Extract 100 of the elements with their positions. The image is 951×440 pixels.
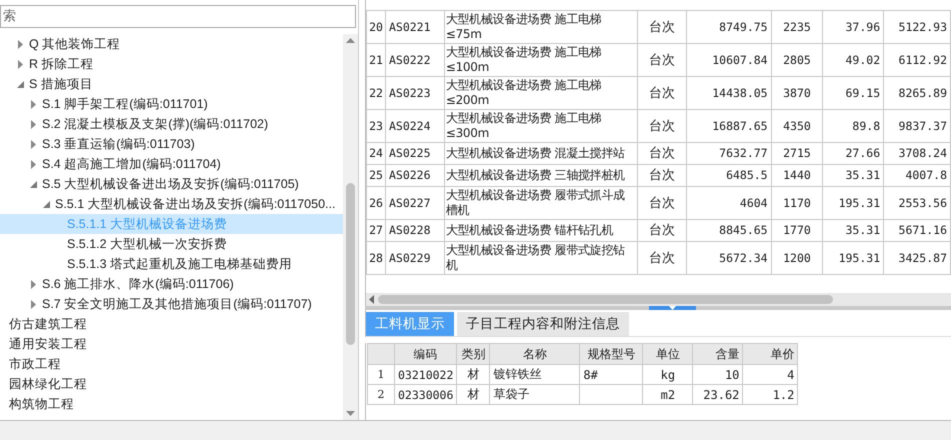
table-cell: 6485.5: [686, 164, 772, 186]
expand-icon[interactable]: [30, 140, 36, 148]
table-cell: 89.8: [822, 110, 884, 142]
tree-item[interactable]: S.5.1.2 大型机械一次安拆费: [65, 236, 228, 252]
table-cell: 台次: [638, 242, 686, 274]
column-header: 类别: [456, 344, 490, 364]
table-cell: 台次: [638, 44, 686, 76]
tree-item[interactable]: 构筑物工程: [7, 396, 74, 412]
table-cell: AS0229: [385, 242, 444, 274]
tree-item[interactable]: 通用安装工程: [7, 336, 87, 352]
scroll-up-icon[interactable]: [346, 38, 355, 43]
table-cell: 23: [366, 110, 386, 142]
tree-item[interactable]: S.5.1 大型机械设备进出场及安拆(编码:0117050...: [53, 196, 336, 212]
tree-item[interactable]: S.7 安全文明施工及其他措施项目(编码:011707): [40, 296, 312, 312]
scroll-down-icon[interactable]: [346, 411, 355, 416]
table-cell: 草袋子: [490, 384, 580, 404]
table-cell: 22: [366, 76, 386, 110]
table-cell: 37.96: [822, 10, 884, 44]
expand-icon[interactable]: [30, 100, 36, 108]
table-cell: 大型机械设备进场费 履带式抓斗成槽机: [444, 186, 638, 220]
table-cell: 大型机械设备进场费 锚杆钻孔机: [444, 220, 638, 242]
table-cell: 6112.92: [884, 44, 950, 76]
table-cell: 2235: [771, 10, 823, 44]
table-cell: 195.31: [822, 186, 884, 220]
expand-icon[interactable]: [30, 120, 36, 128]
table-cell: 2715: [771, 142, 823, 164]
tree-item[interactable]: Q 其他装饰工程: [27, 36, 120, 52]
collapse-icon[interactable]: [42, 200, 50, 208]
table-cell: 5122.93: [884, 10, 950, 44]
tree-item[interactable]: S.5 大型机械设备进出场及安拆(编码:011705): [40, 176, 299, 192]
column-header: 规格型号: [580, 344, 643, 364]
table-cell: 24: [366, 142, 386, 164]
table-cell: 8#: [580, 364, 643, 384]
tree-item[interactable]: S.4 超高施工增加(编码:011704): [40, 156, 221, 172]
search-field[interactable]: 索: [0, 5, 356, 28]
table-cell: 1770: [771, 220, 823, 242]
table-cell: 大型机械设备进场费 三轴搅拌桩机: [444, 164, 638, 186]
table-cell: 2553.56: [884, 186, 950, 220]
table-cell: 35.31: [822, 164, 884, 186]
table-cell: 7632.77: [686, 142, 772, 164]
table-cell: 8749.75: [686, 10, 772, 44]
tree-item[interactable]: S.6 施工排水、降水(编码:011706): [40, 276, 234, 292]
splitter-handle[interactable]: [649, 306, 696, 310]
table-cell: 大型机械设备进场费 履带式旋挖钻机: [444, 242, 638, 274]
expand-icon[interactable]: [18, 40, 22, 48]
table-cell: 材: [456, 364, 490, 384]
table-cell: AS0227: [385, 186, 444, 220]
horizontal-scrollbar[interactable]: [365, 293, 951, 306]
table-cell: 大型机械设备进场费 施工电梯≤100m: [444, 44, 638, 76]
table-cell: 镀锌铁丝: [490, 364, 580, 384]
table-cell: AS0224: [385, 110, 444, 142]
table-cell: 3708.24: [884, 142, 950, 164]
table-cell: 4604: [686, 186, 772, 220]
table-cell: 8265.89: [884, 76, 950, 110]
scroll-left-icon[interactable]: [369, 295, 374, 304]
tree-item[interactable]: S.5.1.3 塔式起重机及施工电梯基础费用: [65, 256, 292, 272]
table-cell: 材: [456, 384, 490, 404]
table-cell: 10607.84: [686, 44, 772, 76]
tree-item[interactable]: S.3 垂直运输(编码:011703): [40, 136, 195, 152]
table-cell: 5672.34: [686, 242, 772, 274]
expand-icon[interactable]: [18, 60, 22, 68]
tree-item[interactable]: S.1 脚手架工程(编码:011701): [40, 96, 208, 112]
table-cell: 27: [366, 220, 386, 242]
collapse-icon[interactable]: [30, 180, 36, 188]
table-cell: AS0223: [385, 76, 444, 110]
table-cell: 16887.65: [686, 110, 772, 142]
table-cell: 1170: [771, 186, 823, 220]
table-cell: AS0228: [385, 220, 444, 242]
column-header: 编码: [394, 344, 457, 364]
table-cell: 台次: [638, 76, 686, 110]
table-cell: 10: [692, 364, 743, 384]
collapse-icon[interactable]: [16, 80, 24, 88]
scroll-thumb[interactable]: [378, 295, 833, 304]
tree-item[interactable]: 市政工程: [7, 356, 61, 372]
tree-item[interactable]: 仿古建筑工程: [7, 316, 87, 332]
table-cell: 台次: [638, 10, 686, 44]
tree-item[interactable]: R 拆除工程: [27, 56, 94, 72]
scrollbar[interactable]: [343, 34, 358, 420]
table-cell: 23.62: [692, 384, 743, 404]
tree-item[interactable]: 园林绿化工程: [7, 376, 87, 392]
scroll-thumb[interactable]: [346, 183, 355, 345]
table-cell: 大型机械设备进场费 混凝土搅拌站: [444, 142, 638, 164]
tree-item[interactable]: S 措施项目: [27, 76, 93, 92]
column-header: 单价: [742, 344, 798, 364]
table-cell: 26: [366, 186, 386, 220]
expand-icon[interactable]: [30, 160, 36, 168]
table-cell: 195.31: [822, 242, 884, 274]
tree-item[interactable]: S.2 混凝土模板及支架(撑)(编码:011702): [40, 116, 268, 132]
table-cell: 49.02: [822, 44, 884, 76]
table-cell: AS0226: [385, 164, 444, 186]
expand-icon[interactable]: [30, 300, 36, 308]
table-cell: 9837.37: [884, 110, 950, 142]
tab[interactable]: 子目工程内容和附注信息: [457, 312, 629, 336]
table-cell: 5671.16: [884, 220, 950, 242]
table-cell: 2805: [771, 44, 823, 76]
table-cell: 台次: [638, 110, 686, 142]
expand-icon[interactable]: [30, 280, 36, 288]
table-cell: AS0225: [385, 142, 444, 164]
table-cell: 1.2: [742, 384, 798, 404]
table-cell: 1: [368, 364, 394, 384]
